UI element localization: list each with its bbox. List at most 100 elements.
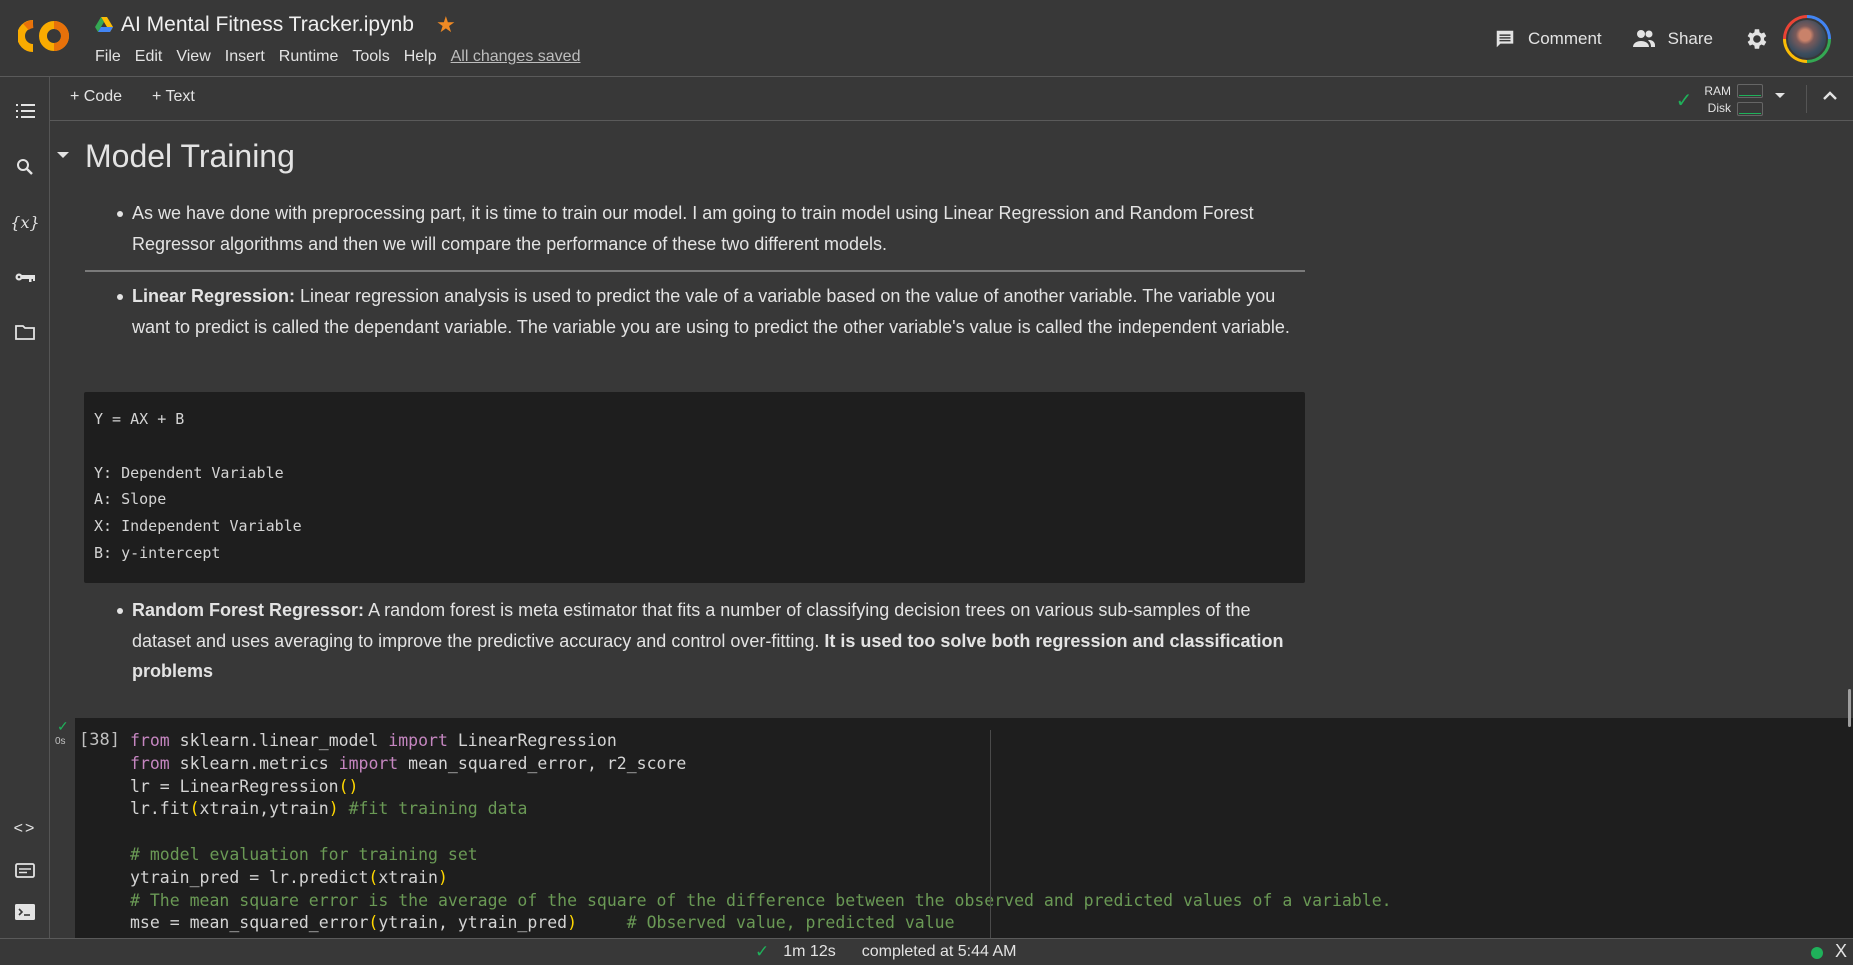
connected-check-icon: ✓ [1675, 89, 1693, 112]
add-code-cell-button[interactable]: + Code [70, 88, 122, 106]
terminal-icon[interactable] [0, 897, 50, 927]
resource-labels: RAM Disk [1704, 83, 1731, 117]
formula-line: Y = AX + B [94, 410, 185, 428]
account-avatar[interactable] [1783, 14, 1831, 63]
section-heading: Model Training [85, 138, 295, 174]
files-folder-icon[interactable] [0, 317, 50, 347]
share-label: Share [1667, 28, 1713, 48]
chevron-up-icon[interactable] [1821, 87, 1839, 105]
secrets-key-icon[interactable] [0, 262, 50, 292]
variables-icon[interactable]: {x} [0, 207, 50, 237]
runtime-dropdown-icon[interactable] [1775, 93, 1785, 98]
code-bracket: ) [328, 799, 339, 819]
code-comment: #fit training data [348, 799, 528, 819]
status-bar: ✓ 1m 12s completed at 5:44 AM X [0, 938, 1853, 965]
code-token: sklearn.linear_model [169, 731, 389, 750]
code-bracket: ( [368, 913, 379, 933]
intro-bullet: As we have done with preprocessing part,… [85, 198, 1305, 259]
code-line: # model evaluation for training set [130, 844, 1392, 867]
title-row: AI Mental Fitness Tracker.ipynb ★ [95, 12, 456, 38]
code-token: lr.fit [130, 799, 190, 819]
success-check-icon: ✓ [57, 718, 69, 734]
header-actions: Comment Share [1494, 0, 1853, 77]
disk-label: Disk [1707, 101, 1731, 115]
star-icon[interactable]: ★ [436, 12, 456, 38]
colab-logo[interactable] [18, 18, 70, 54]
toolbar-divider [1806, 85, 1807, 113]
notebook-toolbar: + Code + Text ✓ RAM Disk [50, 77, 1853, 121]
code-keyword: import [388, 731, 448, 750]
code-line: ytrain_pred = lr.predict(xtrain) [130, 867, 1392, 890]
linear-regression-bullet: Linear Regression: Linear regression ana… [85, 281, 1305, 342]
code-token: ytrain_pred = lr.predict [130, 867, 369, 887]
settings-gear-icon[interactable] [1743, 26, 1769, 52]
command-palette-icon[interactable] [0, 855, 50, 885]
code-cell[interactable]: [38] from sklearn.linear_model import Li… [75, 718, 1853, 938]
code-line: lr.fit(xtrain,ytrain) #fit training data [130, 798, 1392, 821]
runtime-resources[interactable]: ✓ RAM Disk [1676, 83, 1763, 117]
completed-time: completed at 5:44 AM [861, 943, 1017, 960]
random-forest-bullet: Random Forest Regressor: A random forest… [85, 595, 1305, 687]
code-bracket: ) [567, 913, 578, 933]
formula-line: X: Independent Variable [94, 517, 302, 536]
editor-ruler-line [990, 730, 991, 938]
execution-duration: 1m 12s [783, 943, 836, 960]
menu-tools[interactable]: Tools [345, 48, 396, 66]
ram-label: RAM [1704, 84, 1731, 98]
execution-status[interactable]: ✓ 1m 12s completed at 5:44 AM [755, 942, 1016, 962]
code-bracket: () [338, 776, 359, 796]
menu-bar: File Edit View Insert Runtime Tools Help… [88, 48, 580, 66]
formula-code-block: Y = AX + B Y: Dependent Variable A: Slop… [84, 392, 1305, 583]
code-line: # The mean square error is the average o… [130, 890, 1392, 913]
code-token: mean_squared_error, r2_score [398, 753, 687, 773]
code-bracket: ) [437, 867, 448, 887]
formula-line: A: Slope [94, 490, 167, 509]
share-button[interactable]: Share [1632, 29, 1713, 49]
code-token: xtrain,ytrain [199, 799, 329, 819]
table-of-contents-icon[interactable] [0, 96, 50, 126]
menu-help[interactable]: Help [397, 48, 444, 66]
code-line: mse = mean_squared_error(ytrain, ytrain_… [130, 912, 1392, 935]
linear-regression-text: Linear regression analysis is used to pr… [132, 286, 1290, 337]
menu-view[interactable]: View [169, 48, 217, 66]
runtime-connected-dot-icon [1811, 947, 1823, 959]
code-keyword: import [338, 753, 399, 773]
code-line: from sklearn.linear_model import LinearR… [130, 730, 1392, 753]
google-drive-icon[interactable] [95, 17, 113, 33]
left-rail: {x} <> [0, 77, 50, 938]
code-comment: # Observed value, predicted value [626, 913, 955, 933]
formula-line: B: y-intercept [94, 543, 221, 562]
menu-file[interactable]: File [88, 48, 128, 66]
code-token: mse = mean_squared_error [130, 913, 369, 933]
save-status-link[interactable]: All changes saved [451, 48, 581, 66]
ram-usage-bar [1737, 84, 1763, 98]
horizontal-rule [85, 270, 1305, 272]
vertical-scrollbar[interactable] [1848, 689, 1851, 727]
code-editor[interactable]: from sklearn.linear_model import LinearR… [130, 730, 1392, 935]
menu-runtime[interactable]: Runtime [272, 48, 346, 66]
code-keyword: from [130, 753, 170, 773]
collapse-section-icon[interactable] [57, 152, 69, 158]
close-status-icon[interactable]: X [1835, 941, 1847, 962]
execution-count[interactable]: [38] [79, 730, 120, 750]
comment-label: Comment [1527, 28, 1602, 48]
code-bracket: ( [368, 867, 379, 887]
code-keyword: from [130, 731, 170, 750]
add-text-cell-button[interactable]: + Text [152, 88, 195, 106]
formula-line [94, 433, 1295, 460]
linear-regression-term: Linear Regression: [132, 286, 296, 306]
code-snippets-icon[interactable]: <> [0, 814, 50, 844]
code-token: LinearRegression [447, 731, 617, 750]
comment-button[interactable]: Comment [1494, 28, 1602, 50]
markdown-cell-random-forest: Random Forest Regressor: A random forest… [85, 595, 1305, 687]
notebook-title[interactable]: AI Mental Fitness Tracker.ipynb [121, 13, 414, 37]
menu-insert[interactable]: Insert [218, 48, 272, 66]
code-comment: # The mean square error is the average o… [130, 890, 1392, 910]
search-icon[interactable] [0, 152, 50, 182]
cell-exec-time: 0s [55, 736, 66, 747]
menu-edit[interactable]: Edit [128, 48, 170, 66]
code-line: lr = LinearRegression() [130, 776, 1392, 799]
